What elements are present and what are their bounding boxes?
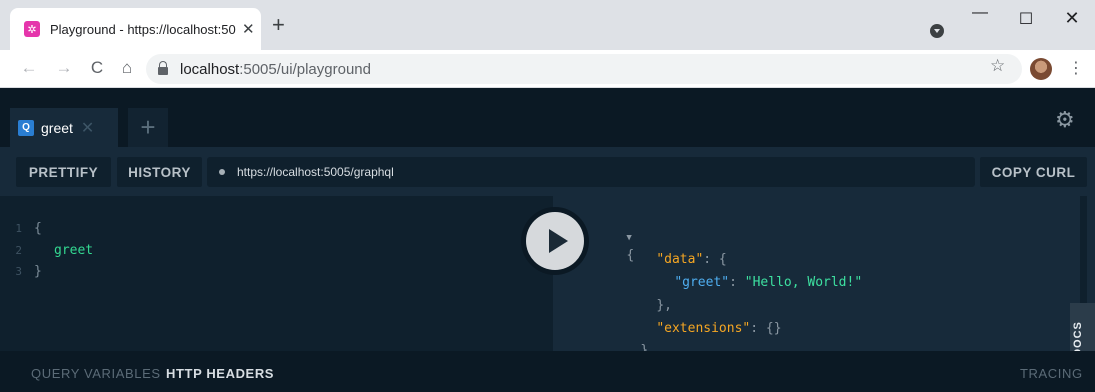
lock-icon — [158, 61, 168, 75]
home-button[interactable]: ⌂ — [116, 58, 138, 78]
endpoint-input[interactable]: https://localhost:5005/graphql — [207, 157, 975, 187]
prettify-button[interactable]: PRETTIFY — [16, 157, 111, 187]
minimize-button[interactable]: — — [965, 4, 995, 22]
code-text: } — [34, 264, 42, 279]
url-host: localhost — [180, 60, 240, 78]
close-query-tab-icon[interactable]: ✕ — [81, 118, 94, 138]
result-pane: ▼ { "data": { "greet": "Hello, World!" }… — [553, 196, 1095, 358]
browser-toolbar: ← → C ⌂ localhost:5005/ui/playground ☆ ⋮ — [0, 50, 1095, 88]
json-punct: : {} — [750, 321, 782, 336]
json-punct: : — [729, 275, 745, 290]
tracing-tab[interactable]: TRACING — [1020, 366, 1083, 381]
browser-tab-strip: ✲ Playground - https://localhost:50 ✕ + … — [0, 0, 1095, 50]
play-icon — [526, 212, 584, 270]
query-tab-label: greet — [41, 119, 73, 136]
close-window-button[interactable]: ✕ — [1057, 8, 1087, 29]
endpoint-url: https://localhost:5005/graphql — [237, 165, 394, 179]
bottom-panel-bar: QUERY VARIABLES HTTP HEADERS TRACING — [0, 351, 1095, 392]
address-bar[interactable]: localhost:5005/ui/playground — [146, 54, 1022, 84]
query-tab-greet[interactable]: Q greet ✕ — [10, 108, 118, 147]
back-button[interactable]: ← — [18, 58, 40, 78]
history-button[interactable]: HISTORY — [117, 157, 202, 187]
line-number: 1 — [15, 222, 22, 235]
line-number: 2 — [15, 244, 22, 257]
new-tab-button[interactable]: + — [272, 14, 285, 36]
tab-search-icon[interactable] — [930, 24, 944, 38]
result-line: "extensions": {} — [625, 302, 782, 356]
query-editor[interactable]: 1 { 2 greet 3 } — [0, 196, 553, 351]
profile-avatar[interactable] — [1030, 58, 1052, 80]
forward-button[interactable]: → — [53, 58, 75, 78]
reload-button[interactable]: C — [86, 58, 108, 78]
close-tab-icon[interactable]: ✕ — [242, 20, 255, 38]
json-string-value: "Hello, World!" — [744, 275, 863, 290]
playground-toolbar: PRETTIFY HISTORY https://localhost:5005/… — [0, 147, 1095, 196]
copy-curl-button[interactable]: COPY CURL — [980, 157, 1087, 187]
execute-query-button[interactable] — [521, 207, 589, 275]
browser-tab[interactable]: ✲ Playground - https://localhost:50 ✕ — [10, 8, 261, 50]
browser-tab-title: Playground - https://localhost:50 — [50, 21, 236, 37]
playground-tab-bar: Q greet ✕ + ⚙ — [0, 88, 1095, 147]
json-key-extensions: "extensions" — [656, 321, 751, 336]
code-field: greet — [54, 243, 94, 258]
http-headers-tab[interactable]: HTTP HEADERS — [166, 366, 274, 381]
editor-line: 1 { — [0, 220, 42, 238]
query-variables-tab[interactable]: QUERY VARIABLES — [31, 366, 161, 381]
editor-line: 2 greet — [0, 242, 93, 260]
bookmark-star-icon[interactable]: ☆ — [990, 56, 1005, 76]
code-text: { — [34, 221, 42, 236]
json-key-greet: "greet" — [674, 275, 730, 290]
line-number: 3 — [15, 265, 22, 278]
settings-gear-icon[interactable]: ⚙ — [1055, 107, 1075, 133]
query-badge-icon: Q — [18, 119, 34, 136]
endpoint-status-icon — [219, 169, 225, 175]
url-path: :5005/ui/playground — [239, 60, 371, 78]
add-query-tab-button[interactable]: + — [128, 108, 168, 147]
graphql-favicon-icon: ✲ — [24, 21, 40, 37]
editor-line: 3 } — [0, 263, 42, 281]
maximize-button[interactable]: ☐ — [1011, 9, 1041, 29]
browser-menu-icon[interactable]: ⋮ — [1068, 58, 1084, 78]
